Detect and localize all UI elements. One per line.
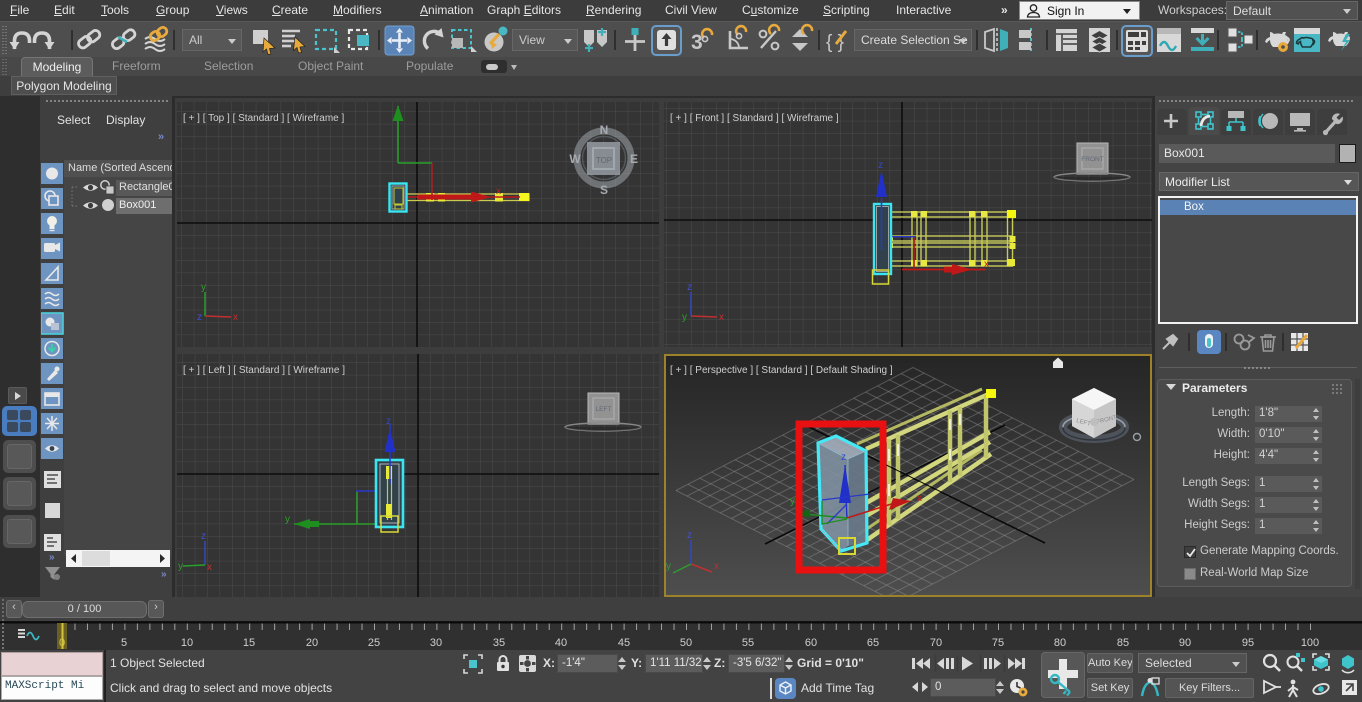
svg-text:40: 40 <box>555 637 567 649</box>
svg-text:[ + ] [ Perspective ] [ Standa: [ + ] [ Perspective ] [ Standard ] [ Def… <box>670 365 893 376</box>
svg-text:25: 25 <box>368 637 380 649</box>
svg-text:y: y <box>666 561 671 572</box>
svg-text:S: S <box>600 183 608 197</box>
svg-text:x: x <box>984 259 989 270</box>
svg-text:20: 20 <box>306 637 318 649</box>
svg-text:70: 70 <box>930 637 942 649</box>
svg-text:TOP: TOP <box>596 156 612 165</box>
svg-text:0: 0 <box>59 637 65 649</box>
svg-text:55: 55 <box>742 637 754 649</box>
svg-text:z: z <box>201 531 206 542</box>
svg-text:80: 80 <box>1054 637 1066 649</box>
svg-text:85: 85 <box>1117 637 1129 649</box>
svg-text:z: z <box>687 282 692 293</box>
svg-text:65: 65 <box>867 637 879 649</box>
svg-text:y: y <box>682 312 687 323</box>
svg-text:x: x <box>917 493 922 504</box>
svg-text:y: y <box>178 561 183 572</box>
svg-text:E: E <box>630 152 638 166</box>
svg-text:45: 45 <box>618 637 630 649</box>
svg-text:50: 50 <box>680 637 692 649</box>
svg-text:z: z <box>841 452 846 463</box>
svg-text:60: 60 <box>805 637 817 649</box>
svg-text:90: 90 <box>1179 637 1191 649</box>
svg-text:[ + ] [ Top ] [ Standard ] [ W: [ + ] [ Top ] [ Standard ] [ Wireframe ] <box>183 113 344 124</box>
svg-text:x: x <box>714 561 719 572</box>
svg-text:z: z <box>386 416 391 427</box>
svg-text:W: W <box>569 152 581 166</box>
svg-text:z: z <box>878 160 883 171</box>
svg-text:y: y <box>201 282 206 293</box>
svg-text:y: y <box>285 514 290 525</box>
svg-text:x: x <box>496 186 501 197</box>
svg-text:x: x <box>207 562 212 573</box>
svg-text:15: 15 <box>243 637 255 649</box>
svg-text:75: 75 <box>992 637 1004 649</box>
svg-text:[ + ] [ Left ] [ Standard ] [: [ + ] [ Left ] [ Standard ] [ Wireframe … <box>183 365 345 376</box>
svg-text:x: x <box>719 312 724 323</box>
svg-text:LEFT: LEFT <box>596 406 612 413</box>
svg-text:95: 95 <box>1242 637 1254 649</box>
svg-text:z: z <box>687 530 692 541</box>
svg-text:FRONT: FRONT <box>1081 156 1103 163</box>
svg-text:30: 30 <box>430 637 442 649</box>
svg-text:x: x <box>233 312 238 323</box>
svg-text:10: 10 <box>181 637 193 649</box>
svg-text:5: 5 <box>121 637 127 649</box>
svg-text:y: y <box>790 496 795 507</box>
svg-text:[ + ] [ Front ] [ Standard ] [: [ + ] [ Front ] [ Standard ] [ Wireframe… <box>670 113 839 124</box>
svg-text:z: z <box>197 312 202 323</box>
svg-text:35: 35 <box>493 637 505 649</box>
svg-text:100: 100 <box>1301 637 1319 649</box>
svg-text:N: N <box>600 123 609 137</box>
